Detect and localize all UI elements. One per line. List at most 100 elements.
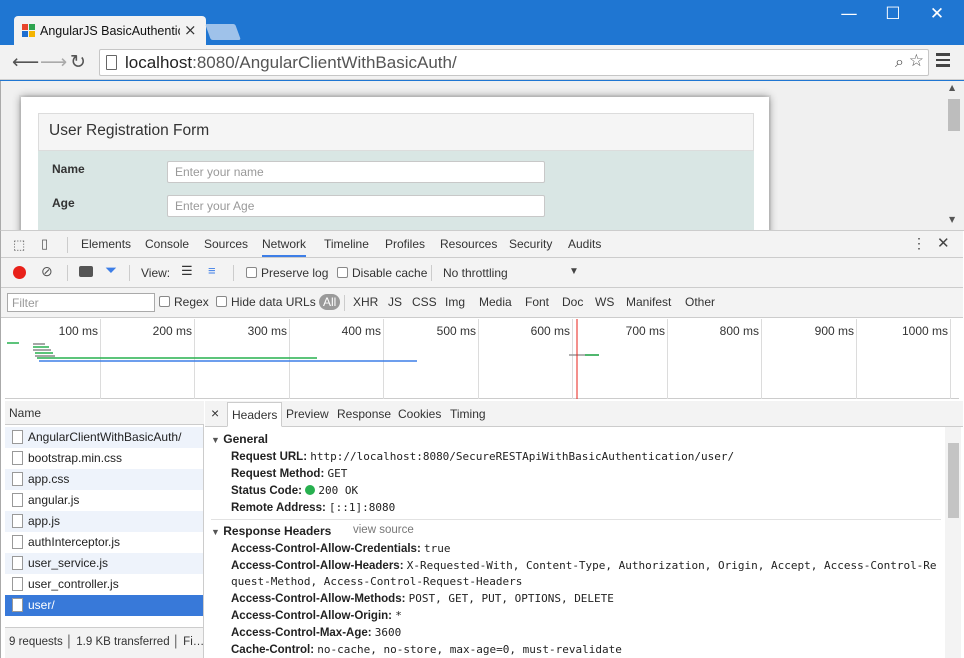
tab-elements[interactable]: Elements [81,237,131,251]
tab-audits[interactable]: Audits [568,237,601,251]
tab-close-icon[interactable]: × [184,21,197,39]
name-label: Name [52,162,85,176]
devtools-tabbar: ⬚ ▯ Elements Console Sources Network Tim… [1,231,963,258]
tab-preview[interactable]: Preview [286,407,329,421]
zoom-icon[interactable]: ⌕ [895,52,904,72]
request-row[interactable]: bootstrap.min.css [5,448,203,469]
type-filter-all[interactable]: All [319,294,341,310]
menu-icon[interactable] [936,53,950,70]
hide-data-urls-checkbox[interactable] [216,296,227,307]
type-filter-css[interactable]: CSS [412,295,437,309]
close-window-button[interactable]: ✕ [914,4,960,24]
tab-resources[interactable]: Resources [440,237,497,251]
maximize-button[interactable]: ☐ [870,4,916,24]
devtools-panel: ⬚ ▯ Elements Console Sources Network Tim… [0,230,964,658]
view-source-link[interactable]: view source [353,524,414,536]
new-tab-button[interactable] [205,24,241,40]
header-row: Request URL: http://localhost:8080/Secur… [231,450,735,463]
general-section-header[interactable]: ▼ General [211,432,268,446]
header-row: Status Code: 200 OK [231,484,359,497]
request-row[interactable]: AngularClientWithBasicAuth/ [5,427,203,448]
request-row[interactable]: user_service.js [5,553,203,574]
overview-icon[interactable]: ≡ [208,263,216,278]
tab-cookies[interactable]: Cookies [398,407,441,421]
type-filter-js[interactable]: JS [388,295,402,309]
tab-headers[interactable]: Headers [227,402,283,427]
page-body: User Registration Form Name Enter your n… [19,95,771,237]
type-filter-manifest[interactable]: Manifest [626,295,671,309]
expand-triangle-icon: ▼ [211,435,220,445]
tab-timing[interactable]: Timing [450,407,486,421]
tab-profiles[interactable]: Profiles [385,237,425,251]
url-text[interactable]: localhost:8080/AngularClientWithBasicAut… [125,53,457,73]
scrollbar-thumb[interactable] [948,443,959,518]
tab-console[interactable]: Console [145,237,189,251]
request-row[interactable]: app.css [5,469,203,490]
clear-icon[interactable]: ⊘ [41,263,53,280]
name-input[interactable]: Enter your name [167,161,545,183]
type-filter-media[interactable]: Media [479,295,512,309]
browser-tab[interactable]: AngularJS BasicAuthentic × [14,16,206,45]
regex-checkbox[interactable] [159,296,170,307]
request-row[interactable]: user_controller.js [5,574,203,595]
form-card-header: User Registration Form [38,113,754,151]
page-scrollbar[interactable]: ▲ ▼ [945,81,961,230]
request-row[interactable]: app.js [5,511,203,532]
scroll-up-icon[interactable]: ▲ [949,83,955,92]
file-icon [12,556,23,570]
page-viewport: User Registration Form Name Enter your n… [0,81,964,237]
type-filter-img[interactable]: Img [445,295,465,309]
disable-cache-label: Disable cache [352,266,428,280]
capture-screenshots-icon[interactable] [79,266,93,277]
tab-timeline[interactable]: Timeline [324,237,369,251]
name-column-header[interactable]: Name [9,406,41,420]
browser-toolbar: ⟵ ⟶ ↻ localhost:8080/AngularClientWithBa… [0,45,964,80]
throttling-select[interactable]: No throttling [443,266,508,280]
type-filter-xhr[interactable]: XHR [353,295,378,309]
response-headers-section-header[interactable]: ▼ Response Headers [211,524,331,538]
disable-cache-checkbox[interactable] [337,267,348,278]
request-row-selected[interactable]: user/ [5,595,203,616]
large-rows-icon[interactable]: ☰ [181,263,193,279]
network-overview[interactable]: 100 ms 200 ms 300 ms 400 ms 500 ms 600 m… [5,319,959,399]
age-label: Age [52,196,75,210]
star-icon[interactable]: ☆ [909,51,924,71]
device-mode-icon[interactable]: ▯ [41,236,48,252]
inspect-icon[interactable]: ⬚ [13,237,25,253]
type-filter-other[interactable]: Other [685,295,715,309]
preserve-log-checkbox[interactable] [246,267,257,278]
header-row: Remote Address: [::1]:8080 [231,501,396,514]
more-options-icon[interactable]: ⋮ [912,235,926,252]
filter-icon[interactable]: ⏷ [105,262,117,279]
tab-response[interactable]: Response [337,407,391,421]
status-ok-icon [305,485,316,495]
forward-icon[interactable]: ⟶ [40,51,67,73]
type-filter-doc[interactable]: Doc [562,295,583,309]
reload-icon[interactable]: ↻ [70,51,86,73]
preserve-log-label: Preserve log [261,266,329,280]
scroll-down-icon[interactable]: ▼ [949,215,955,224]
request-row[interactable]: angular.js [5,490,203,511]
minimize-button[interactable]: — [826,4,872,24]
header-row: Access-Control-Allow-Origin: * [231,609,402,622]
hide-data-urls-label: Hide data URLs [231,295,316,309]
dropdown-arrow-icon[interactable]: ▼ [569,266,579,277]
close-devtools-icon[interactable]: ✕ [937,234,950,252]
tab-network[interactable]: Network [262,237,307,257]
record-icon[interactable] [13,266,26,279]
age-input[interactable]: Enter your Age [167,195,545,217]
request-row[interactable]: authInterceptor.js [5,532,203,553]
form-body: Name Enter your name Age Enter your Age [38,151,754,237]
type-filter-font[interactable]: Font [525,295,549,309]
divider [129,265,130,281]
filter-input[interactable]: Filter [7,293,155,312]
close-detail-icon[interactable]: × [211,405,219,421]
tab-security[interactable]: Security [509,237,552,251]
form-card: User Registration Form Name Enter your n… [21,97,769,237]
detail-scrollbar[interactable] [945,427,961,658]
address-bar[interactable]: localhost:8080/AngularClientWithBasicAut… [99,49,929,76]
tab-sources[interactable]: Sources [204,237,248,251]
type-filter-ws[interactable]: WS [595,295,614,309]
back-icon[interactable]: ⟵ [12,51,39,73]
scrollbar-thumb[interactable] [948,99,960,131]
